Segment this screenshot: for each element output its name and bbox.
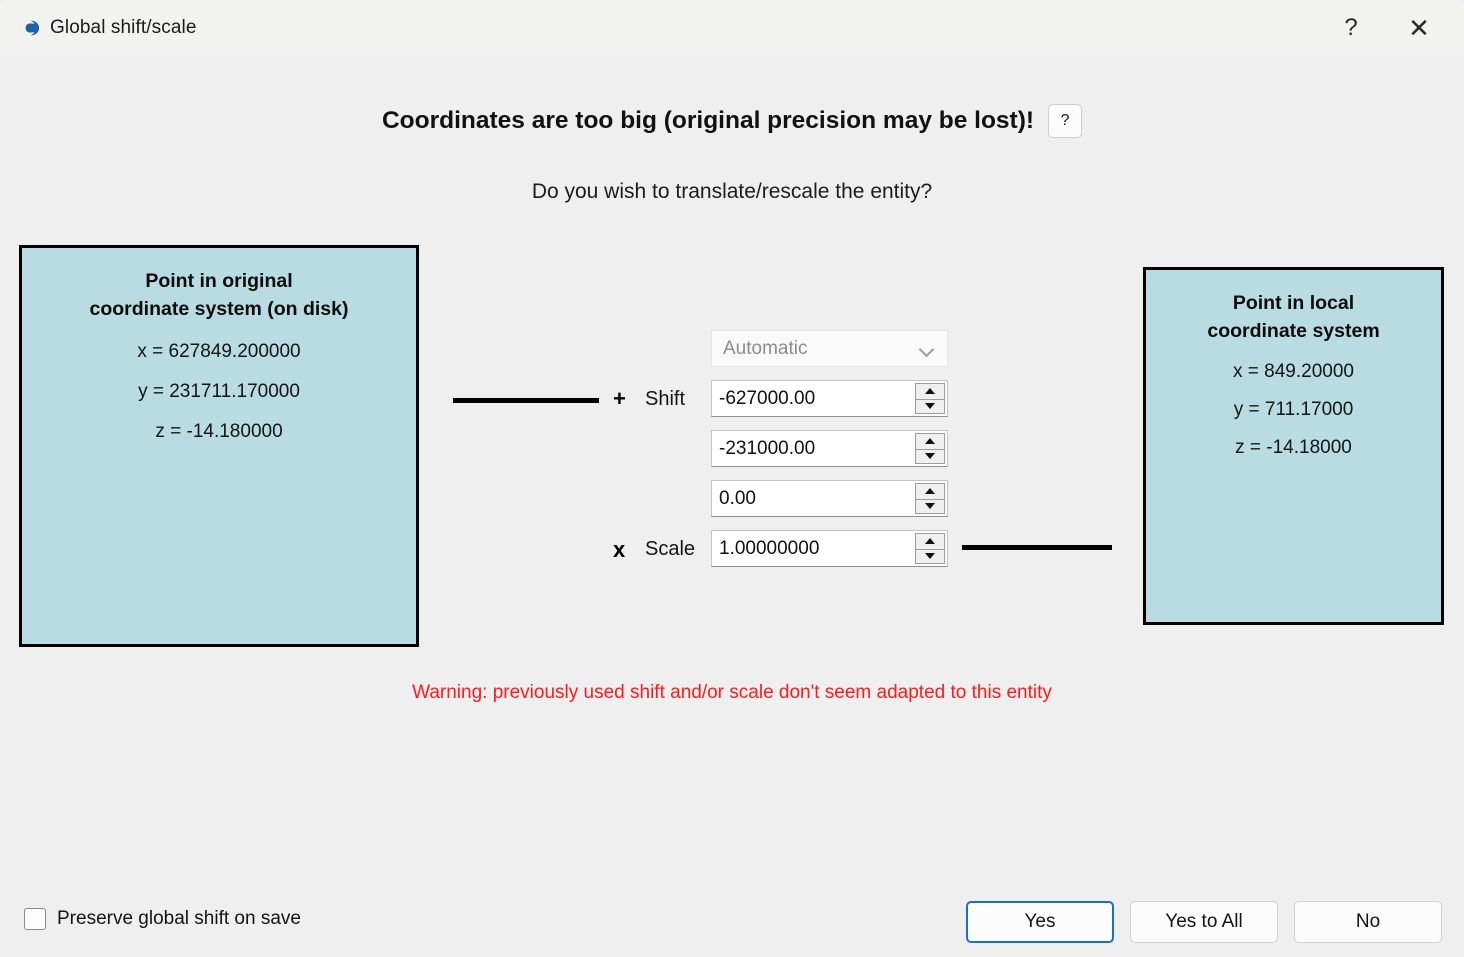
shift-preset-select[interactable]: Automatic	[711, 330, 948, 367]
local-panel-title: Point in local coordinate system	[1146, 290, 1441, 345]
original-z-value: z = -14.180000	[155, 421, 283, 443]
shift-z-spin-buttons[interactable]	[915, 483, 945, 514]
preserve-global-shift-label: Preserve global shift on save	[57, 908, 301, 929]
original-coordinates-panel: Point in original coordinate system (on …	[19, 245, 419, 647]
triangle-up-icon	[925, 438, 935, 445]
dialog-button-bar: Yes Yes to All No	[966, 901, 1442, 943]
local-y-value: y = 711.17000	[1233, 399, 1354, 421]
shift-z-input[interactable]	[712, 481, 915, 516]
plus-operator-icon: +	[613, 386, 626, 411]
original-panel-title: Point in original coordinate system (on …	[22, 268, 416, 323]
triangle-down-icon	[925, 403, 935, 410]
connector-line-left	[453, 398, 599, 403]
scale-stepper[interactable]	[711, 530, 948, 567]
shift-x-spin-buttons[interactable]	[915, 383, 945, 414]
yes-button[interactable]: Yes	[966, 901, 1114, 943]
shift-y-stepper[interactable]	[711, 430, 948, 467]
yes-to-all-button[interactable]: Yes to All	[1130, 901, 1278, 943]
local-x-value: x = 849.20000	[1233, 361, 1354, 383]
warning-message: Warning: previously used shift and/or sc…	[412, 682, 1052, 703]
shift-y-spin-buttons[interactable]	[915, 433, 945, 464]
triangle-up-icon	[925, 388, 935, 395]
original-x-value: x = 627849.200000	[137, 341, 301, 363]
original-panel-title-line1: Point in original	[145, 270, 293, 292]
multiply-operator-icon: x	[613, 537, 626, 562]
title-bar: Global shift/scale ? ✕	[0, 0, 1464, 56]
triangle-down-icon	[925, 453, 935, 460]
preserve-global-shift-row[interactable]: Preserve global shift on save	[24, 908, 301, 930]
local-panel-title-line2: coordinate system	[1207, 319, 1380, 342]
shift-z-increment-button[interactable]	[915, 483, 945, 499]
scale-spin-buttons[interactable]	[915, 533, 945, 564]
shift-x-stepper[interactable]	[711, 380, 948, 417]
titlebar-help-button[interactable]: ?	[1328, 8, 1374, 48]
original-panel-title-line2: coordinate system (on disk)	[89, 297, 349, 320]
headline-help-button[interactable]: ?	[1048, 104, 1083, 138]
shift-x-decrement-button[interactable]	[915, 398, 945, 414]
cloudcompare-cc-icon	[14, 15, 40, 41]
original-y-value: y = 231711.170000	[138, 381, 300, 403]
connector-line-right	[962, 545, 1112, 550]
scale-label: Scale	[645, 538, 696, 560]
headline-row: Coordinates are too big (original precis…	[0, 104, 1464, 138]
window-title: Global shift/scale	[50, 17, 197, 38]
chevron-down-icon	[919, 341, 935, 357]
local-panel-title-line1: Point in local	[1232, 292, 1355, 314]
close-icon[interactable]: ✕	[1396, 8, 1442, 48]
triangle-down-icon	[925, 503, 935, 510]
scale-increment-button[interactable]	[915, 533, 945, 549]
scale-decrement-button[interactable]	[915, 548, 945, 564]
triangle-up-icon	[925, 538, 935, 545]
shift-label: Shift	[645, 388, 686, 410]
triangle-up-icon	[925, 488, 935, 495]
shift-y-input[interactable]	[712, 431, 915, 466]
shift-x-input[interactable]	[712, 381, 915, 416]
subheadline-text: Do you wish to translate/rescale the ent…	[531, 180, 933, 203]
local-z-value: z = -14.18000	[1235, 437, 1352, 459]
shift-preset-value: Automatic	[723, 337, 808, 359]
no-button[interactable]: No	[1294, 901, 1442, 943]
local-coordinates-panel: Point in local coordinate system x = 849…	[1143, 267, 1444, 625]
shift-z-stepper[interactable]	[711, 480, 948, 517]
shift-y-increment-button[interactable]	[915, 433, 945, 449]
triangle-down-icon	[925, 553, 935, 560]
shift-z-decrement-button[interactable]	[915, 498, 945, 514]
scale-input[interactable]	[712, 531, 915, 566]
headline-text: Coordinates are too big (original precis…	[381, 107, 1035, 134]
shift-x-increment-button[interactable]	[915, 383, 945, 399]
shift-y-decrement-button[interactable]	[915, 448, 945, 464]
preserve-global-shift-checkbox[interactable]	[24, 908, 46, 930]
